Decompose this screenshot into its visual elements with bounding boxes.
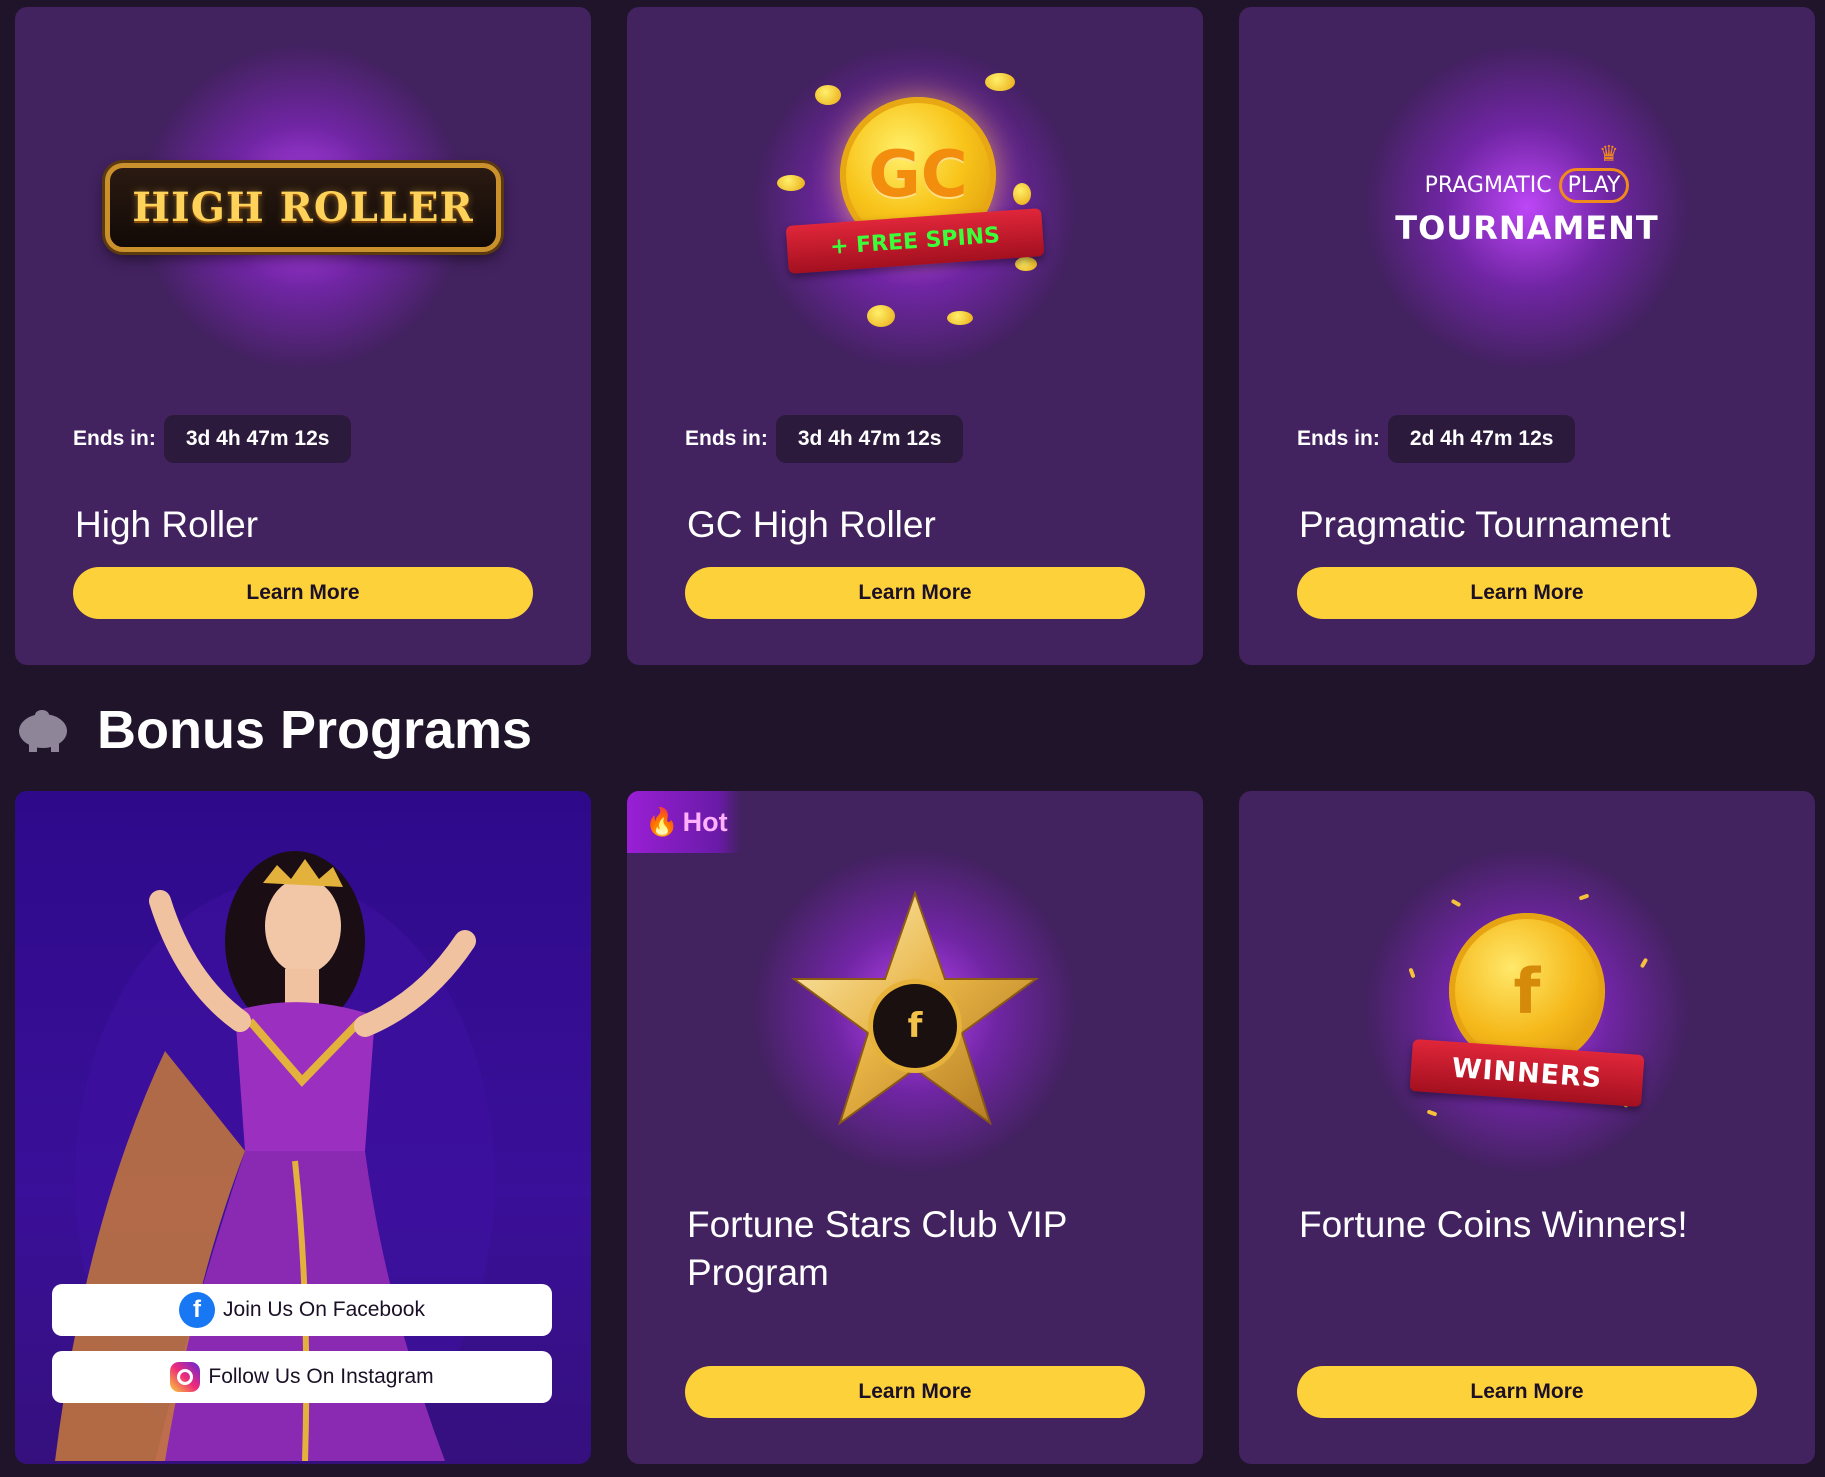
facebook-icon: f bbox=[179, 1292, 216, 1328]
vip-star-art: f bbox=[627, 811, 1203, 1211]
flame-icon: 🔥 bbox=[645, 807, 679, 837]
ends-in-label: Ends in: bbox=[73, 427, 156, 450]
ends-in-label: Ends in: bbox=[1297, 427, 1380, 450]
tournament-card-gc-high-roller: GC + FREE SPINS Ends in: 3d 4h 47m 12s G… bbox=[627, 7, 1203, 665]
free-spins-ribbon: + FREE SPINS bbox=[785, 208, 1045, 274]
gc-free-spins-art: GC + FREE SPINS bbox=[627, 7, 1203, 407]
winners-coin-art: f WINNERS bbox=[1239, 811, 1815, 1211]
pragmatic-tournament-art: ♛ PRAGMATIC PLAY TOURNAMENT bbox=[1239, 7, 1815, 407]
bonus-card-vip: f 🔥 Hot Fortune Stars Club VIP Program L… bbox=[627, 791, 1203, 1464]
countdown-pill: 2d 4h 47m 12s bbox=[1387, 415, 1576, 463]
learn-more-button[interactable]: Learn More bbox=[1297, 567, 1757, 619]
ends-in-row: Ends in: 3d 4h 47m 12s bbox=[685, 415, 964, 463]
learn-more-button[interactable]: Learn More bbox=[1297, 1366, 1757, 1418]
learn-more-button[interactable]: Learn More bbox=[73, 567, 533, 619]
card-title: Fortune Stars Club VIP Program bbox=[687, 1204, 1067, 1293]
ends-in-row: Ends in: 3d 4h 47m 12s bbox=[73, 415, 352, 463]
countdown-pill: 3d 4h 47m 12s bbox=[163, 415, 352, 463]
bonus-card-winners: f WINNERS Fortune Coins Winners! Learn M… bbox=[1239, 791, 1815, 1464]
promotions-page: HIGH ROLLER Ends in: 3d 4h 47m 12s High … bbox=[0, 0, 1825, 1477]
crown-icon: ♛ bbox=[1599, 141, 1619, 167]
card-title: GC High Roller bbox=[687, 504, 936, 545]
high-roller-art: HIGH ROLLER bbox=[15, 7, 591, 407]
instagram-icon bbox=[170, 1362, 201, 1392]
card-title: Fortune Coins Winners! bbox=[1299, 1204, 1688, 1245]
fortune-coin-icon: f bbox=[868, 979, 962, 1073]
learn-more-button[interactable]: Learn More bbox=[685, 567, 1145, 619]
facebook-button[interactable]: f Join Us On Facebook bbox=[52, 1284, 552, 1336]
ends-in-label: Ends in: bbox=[685, 427, 768, 450]
social-card: f Join Us On Facebook Follow Us On Insta… bbox=[15, 791, 591, 1464]
piggy-bank-icon bbox=[15, 710, 69, 752]
hot-badge: 🔥 Hot bbox=[627, 791, 741, 853]
tournament-card-pragmatic: ♛ PRAGMATIC PLAY TOURNAMENT Ends in: 2d … bbox=[1239, 7, 1815, 665]
card-title: Pragmatic Tournament bbox=[1299, 504, 1671, 545]
tournament-card-high-roller: HIGH ROLLER Ends in: 3d 4h 47m 12s High … bbox=[15, 7, 591, 665]
instagram-button[interactable]: Follow Us On Instagram bbox=[52, 1351, 552, 1403]
card-title: High Roller bbox=[75, 504, 259, 545]
ends-in-row: Ends in: 2d 4h 47m 12s bbox=[1297, 415, 1576, 463]
pragmatic-play-logo: ♛ PRAGMATIC PLAY TOURNAMENT bbox=[1395, 141, 1659, 247]
facebook-label: Join Us On Facebook bbox=[223, 1298, 425, 1321]
countdown-pill: 3d 4h 47m 12s bbox=[775, 415, 964, 463]
high-roller-logo: HIGH ROLLER bbox=[105, 162, 501, 252]
instagram-label: Follow Us On Instagram bbox=[208, 1365, 434, 1388]
bonus-programs-header: Bonus Programs bbox=[15, 695, 532, 765]
learn-more-button[interactable]: Learn More bbox=[685, 1366, 1145, 1418]
section-title: Bonus Programs bbox=[97, 700, 533, 760]
